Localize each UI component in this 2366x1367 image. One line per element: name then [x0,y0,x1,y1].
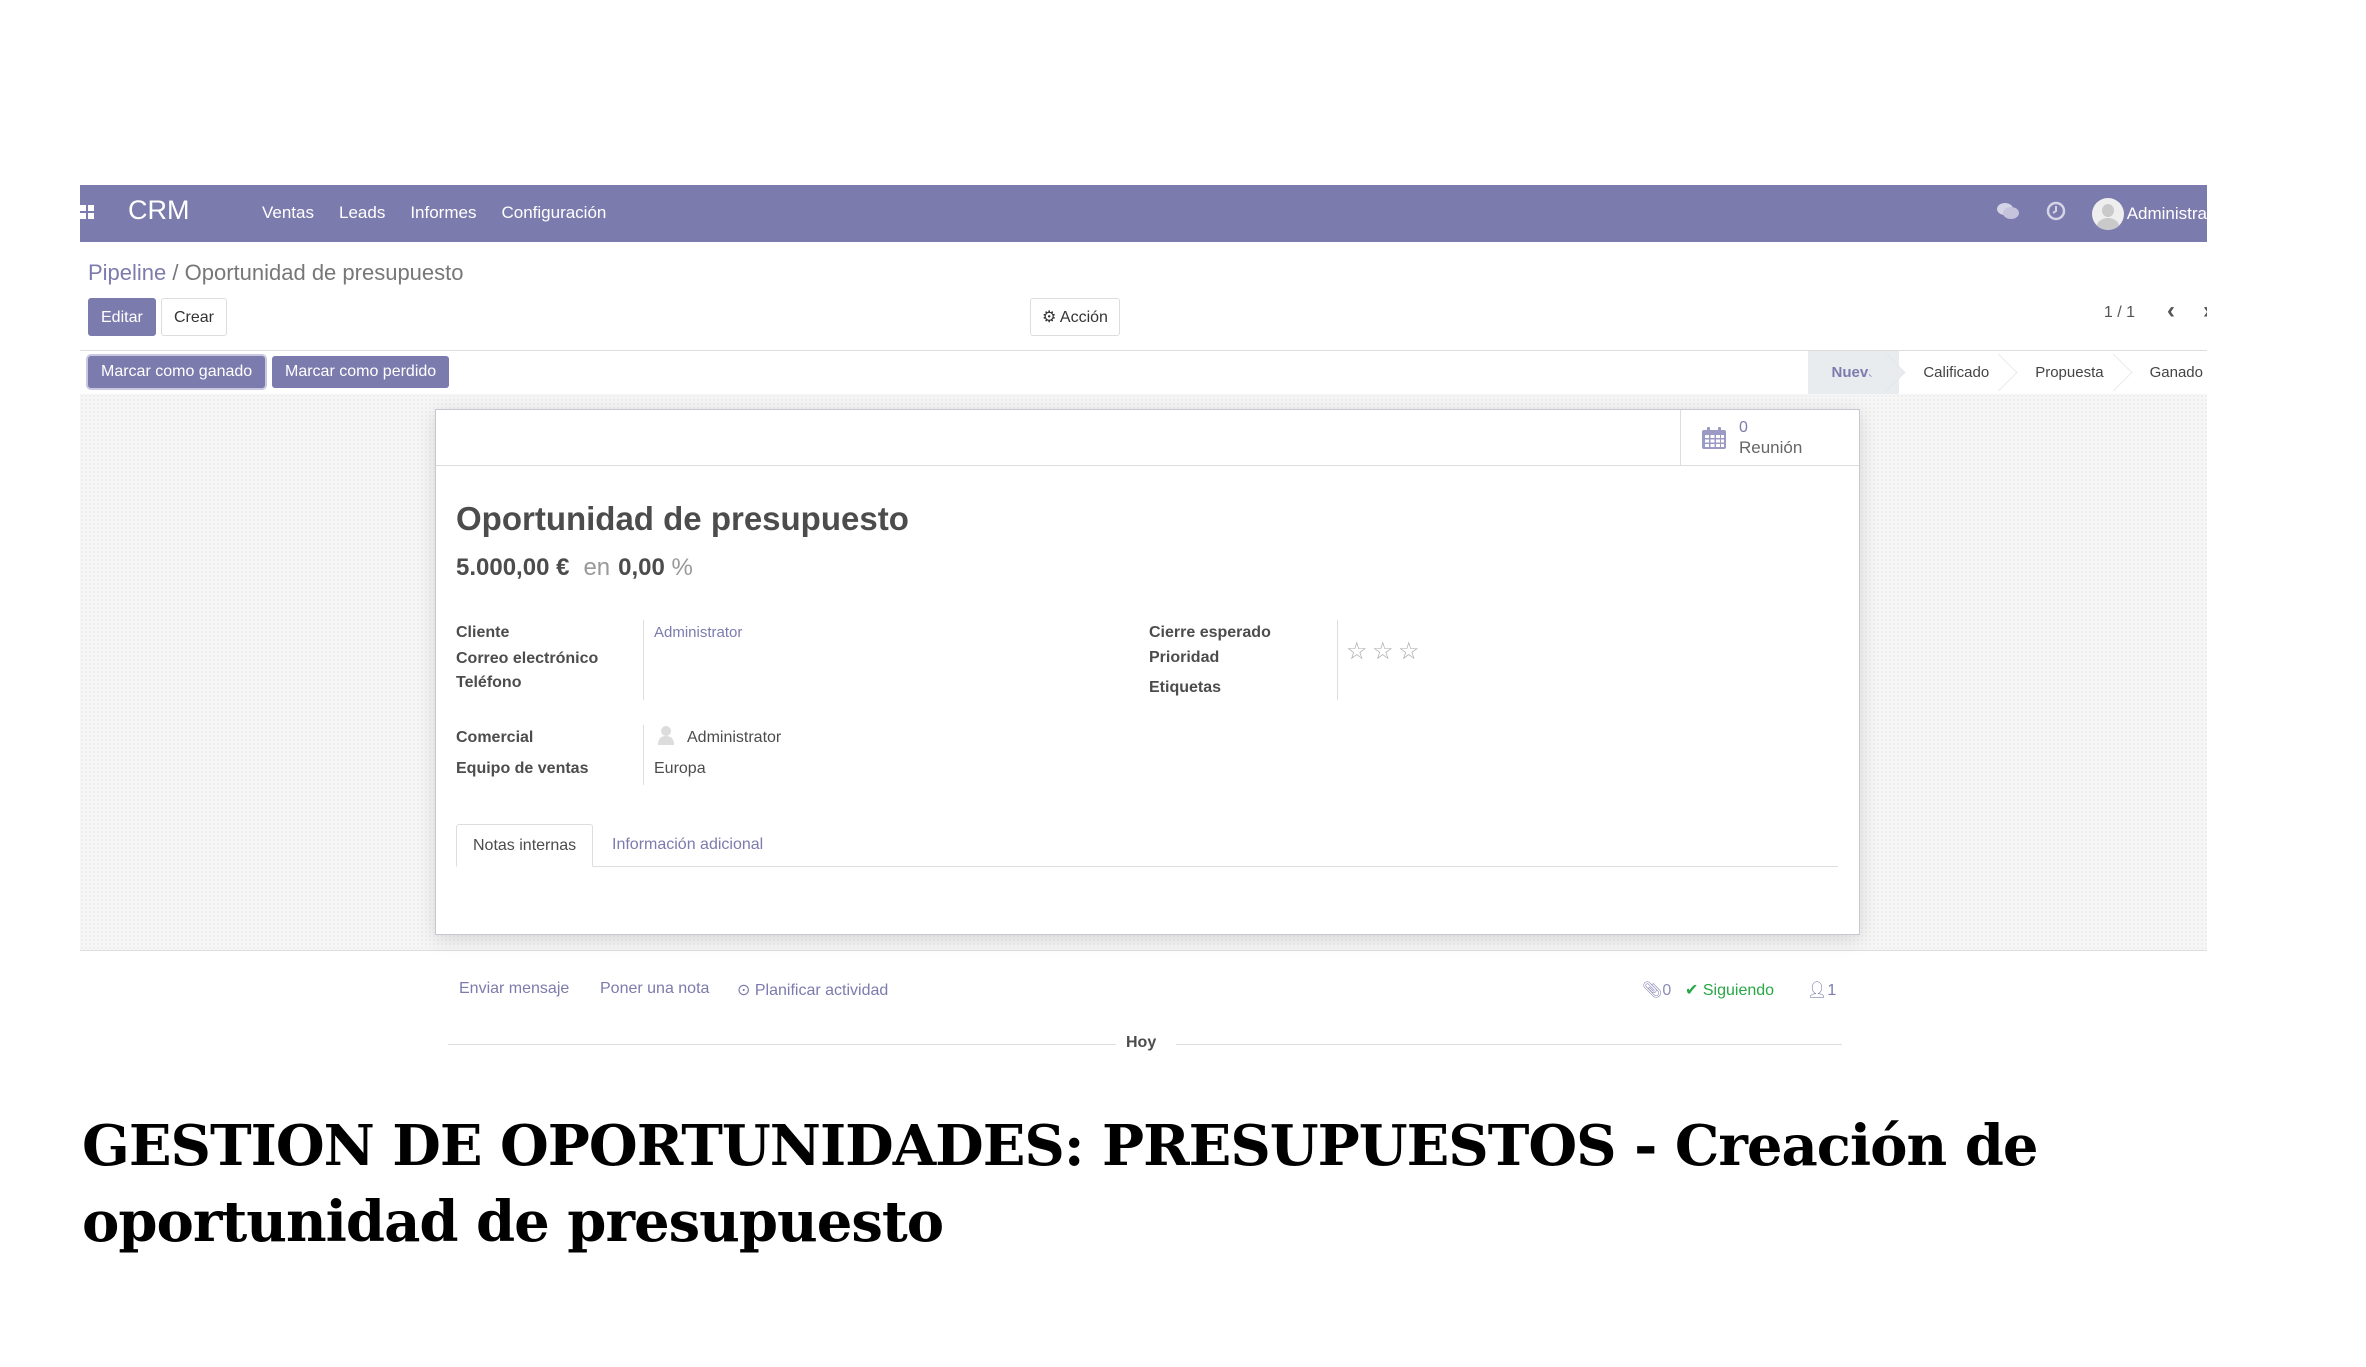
app-brand[interactable]: CRM [128,195,190,226]
notebook-tabs: Notas internas Información adicional [456,824,1838,867]
calendar-icon [1702,427,1726,449]
attachments-count: 0 [1662,982,1672,999]
date-separator-line [448,1044,1116,1045]
apps-icon[interactable] [80,205,94,219]
expected-revenue: 5.000,00 € [456,554,570,581]
create-button[interactable]: Crear [161,298,228,336]
label-equipo-ventas: Equipo de ventas [456,760,589,777]
breadcrumb-separator: / [166,260,185,285]
breadcrumb-pipeline[interactable]: Pipeline [88,260,166,285]
stage-propuesta[interactable]: Propuesta [2011,351,2125,394]
clock-icon: ⊙ [737,982,751,999]
document-caption: GESTION DE OPORTUNIDADES: PRESUPUESTOS -… [82,1113,2039,1255]
percent-sign: % [671,554,693,581]
menu-informes[interactable]: Informes [410,203,476,223]
label-comercial: Comercial [456,729,534,746]
check-icon: ✔ [1685,982,1699,999]
menu-leads[interactable]: Leads [339,203,385,223]
expected-revenue-line: 5.000,00 € en 0,00 % [456,554,693,582]
label-cierre-esperado: Cierre esperado [1149,624,1271,641]
clock-icon[interactable] [2046,201,2066,227]
sales-team-value[interactable]: Europa [654,760,706,778]
following-button[interactable]: ✔ Siguiendo [1685,980,1774,1000]
mark-lost-button[interactable]: Marcar como perdido [272,356,450,388]
gear-icon: ⚙ [1042,309,1057,326]
field-divider [643,620,644,700]
label-telefono: Teléfono [456,674,522,691]
priority-star-icon[interactable]: ☆ [1372,637,1394,666]
menu-ventas[interactable]: Ventas [262,203,314,223]
odoo-screenshot: CRM Ventas Leads Informes Configuración … [80,185,2207,1075]
user-avatar-icon [658,726,674,745]
field-divider [643,725,644,785]
form-sheet: 0 Reunión Oportunidad de presupuesto 5.0… [435,409,1860,935]
following-label: Siguiendo [1702,982,1775,999]
button-box: 0 Reunión [436,410,1859,466]
stage-pipeline: Nuevo Calificado Propuesta Ganado [1807,351,2208,394]
edit-button[interactable]: Editar [88,298,156,336]
label-correo: Correo electrónico [456,650,599,667]
tab-informacion-adicional[interactable]: Información adicional [596,824,779,866]
meetings-count: 0 [1739,419,1748,436]
paperclip-icon: 📎︎ [1642,982,1663,999]
breadcrumb: Pipeline / Oportunidad de presupuesto [88,260,464,286]
user-icon: 👤︎ [1807,982,1828,999]
stage-ganado[interactable]: Ganado [2126,351,2207,394]
action-label: Acción [1059,309,1108,326]
attachments-button[interactable]: 📎︎0 [1642,980,1671,1000]
navbar-systray: Administra [1996,185,2207,242]
form-background: 0 Reunión Oportunidad de presupuesto 5.0… [80,394,2207,951]
date-separator-line [1176,1044,1842,1045]
pager-previous-button[interactable]: ‹ [2167,297,2175,325]
in-label: en [583,554,611,581]
field-divider [1337,620,1338,700]
stage-calificado[interactable]: Calificado [1899,351,2011,394]
salesperson-value[interactable]: Administrator [687,729,781,747]
user-avatar[interactable] [2091,197,2124,230]
stage-nuevo[interactable]: Nuevo [1807,351,1900,394]
chatter-toolbar: Enviar mensaje Poner una nota ⊙ Planific… [80,980,2207,1010]
priority-star-icon[interactable]: ☆ [1398,637,1420,666]
action-button[interactable]: ⚙ Acción [1030,298,1120,336]
customer-value[interactable]: Administrator [654,624,742,641]
meetings-label: Reunión [1739,438,1803,457]
status-bar: Marcar como ganado Marcar como perdido N… [80,350,2207,395]
send-message-button[interactable]: Enviar mensaje [459,980,569,998]
top-navbar: CRM Ventas Leads Informes Configuración … [80,185,2207,242]
schedule-activity-label: Planificar actividad [754,982,889,999]
user-menu[interactable]: Administra [2127,204,2207,224]
tab-notas-internas[interactable]: Notas internas [456,824,594,867]
menu-configuracion[interactable]: Configuración [501,203,606,223]
pager-value[interactable]: 1 / 1 [2104,304,2135,322]
chat-icon[interactable] [1996,201,2020,227]
label-etiquetas: Etiquetas [1149,679,1222,696]
priority-star-icon[interactable]: ☆ [1346,637,1368,666]
label-cliente: Cliente [456,624,510,641]
label-prioridad: Prioridad [1149,649,1220,666]
breadcrumb-current: Oportunidad de presupuesto [184,260,464,285]
opportunity-title: Oportunidad de presupuesto [456,500,909,537]
followers-button[interactable]: 👤︎1 [1807,980,1836,1000]
schedule-activity-button[interactable]: ⊙ Planificar actividad [737,980,888,1000]
date-separator-today: Hoy [1126,1034,1157,1051]
log-note-button[interactable]: Poner una nota [600,980,709,998]
main-menu: Ventas Leads Informes Configuración [262,203,606,223]
mark-won-button[interactable]: Marcar como ganado [88,356,266,388]
probability-value: 0,00 [618,554,665,581]
followers-count: 1 [1827,982,1837,999]
meetings-button[interactable]: 0 Reunión [1680,410,1859,465]
pager-next-button[interactable]: › [2203,297,2207,325]
